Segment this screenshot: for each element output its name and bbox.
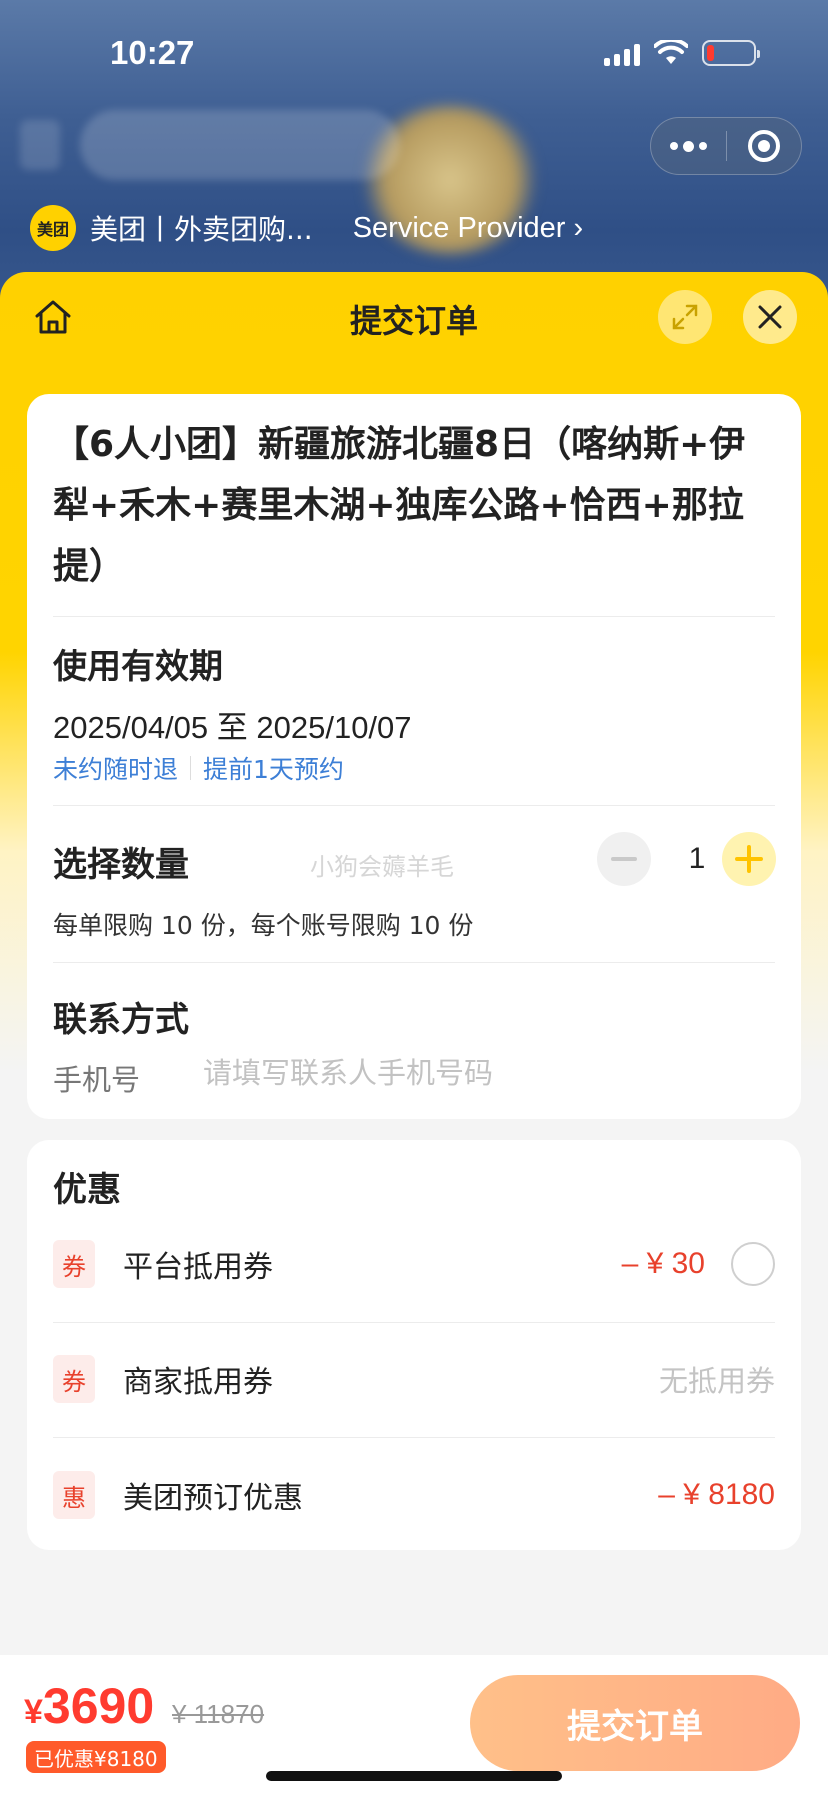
battery-icon: [702, 40, 760, 66]
contact-label: 联系方式: [53, 1000, 189, 1040]
platform-coupon-row[interactable]: 券 平台抵用券 – ¥ 30: [53, 1234, 775, 1294]
discounts-title: 优惠: [53, 1170, 121, 1210]
discounts-card: 优惠 券 平台抵用券 – ¥ 30 券 商家抵用券 无抵用券 惠 美团预订优惠 …: [27, 1140, 801, 1550]
background-back-ghost: [20, 120, 60, 170]
discount-amount: – ¥ 8180: [658, 1478, 775, 1511]
discount-name: 商家抵用券: [123, 1365, 273, 1400]
order-details-card: 【6人小团】新疆旅游北疆8日（喀纳斯+伊犁+禾木+赛里木湖+独库公路+恰西+那拉…: [27, 394, 801, 1119]
status-icons: [604, 40, 760, 66]
divider: [53, 1322, 775, 1323]
exit-mini-program-button[interactable]: [727, 130, 801, 162]
booking-discount-row: 惠 美团预订优惠 – ¥ 8180: [53, 1465, 775, 1525]
minus-icon: [611, 857, 637, 861]
validity-dates: 2025/04/05 至 2025/10/07: [53, 710, 412, 745]
discount-name: 美团预订优惠: [123, 1481, 303, 1516]
quantity-increase-button[interactable]: [722, 832, 776, 886]
tag-divider: [190, 756, 192, 780]
home-indicator: [266, 1771, 562, 1781]
wifi-icon: [654, 40, 688, 64]
discount-badge: 惠: [53, 1471, 95, 1519]
close-button[interactable]: [743, 290, 797, 344]
quantity-label: 选择数量: [53, 845, 189, 885]
sheet-header: 提交订单: [0, 272, 828, 362]
policy-tags: 未约随时退 提前1天预约: [53, 750, 344, 786]
validity-label: 使用有效期: [53, 647, 223, 687]
product-title: 【6人小团】新疆旅游北疆8日（喀纳斯+伊犁+禾木+赛里木湖+独库公路+恰西+那拉…: [53, 424, 746, 587]
no-coupon-text: 无抵用券: [658, 1364, 775, 1398]
divider: [53, 1437, 775, 1438]
expand-icon: [672, 304, 698, 330]
divider: [53, 805, 775, 806]
provider-name: 美团丨外卖团购...: [90, 213, 313, 246]
coupon-radio[interactable]: [731, 1242, 775, 1286]
close-icon: [758, 305, 782, 329]
currency-symbol: ¥: [24, 1693, 43, 1731]
cellular-signal-icon: [604, 40, 640, 66]
mini-program-capsule: [650, 117, 802, 175]
original-price: ¥ 11870: [172, 1699, 265, 1729]
target-icon: [747, 130, 780, 162]
provider-line: 美团 美团丨外卖团购... Service Provider ›: [30, 205, 583, 251]
coupon-badge: 券: [53, 1355, 95, 1403]
phone-input[interactable]: [203, 1048, 763, 1098]
more-options-icon[interactable]: [651, 140, 726, 152]
purchase-limit-text: 每单限购 10 份，每个账号限购 10 份: [53, 911, 474, 940]
expand-button[interactable]: [658, 290, 712, 344]
phone-label: 手机号: [53, 1063, 141, 1097]
meituan-logo: 美团: [30, 205, 76, 251]
refund-policy-tag: 未约随时退: [53, 755, 179, 784]
coupon-badge: 券: [53, 1240, 95, 1288]
price-value: 3690: [42, 1678, 155, 1734]
divider: [53, 962, 775, 963]
final-price: ¥ 3690: [24, 1677, 154, 1735]
quantity-value: 1: [688, 842, 706, 875]
discount-name: 平台抵用券: [123, 1250, 273, 1285]
booking-policy-tag: 提前1天预约: [203, 755, 344, 784]
status-time: 10:27: [110, 34, 195, 71]
savings-badge: 已优惠¥8180: [26, 1741, 166, 1773]
plus-icon: [735, 845, 763, 873]
service-provider-link[interactable]: Service Provider ›: [353, 212, 583, 245]
background-search-ghost: [80, 110, 400, 180]
submit-order-button[interactable]: 提交订单: [470, 1675, 800, 1771]
merchant-coupon-row[interactable]: 券 商家抵用券 无抵用券: [53, 1349, 775, 1409]
divider: [53, 616, 775, 617]
watermark: 小狗会薅羊毛: [310, 853, 454, 881]
quantity-decrease-button[interactable]: [597, 832, 651, 886]
discount-amount: – ¥ 30: [621, 1247, 705, 1280]
